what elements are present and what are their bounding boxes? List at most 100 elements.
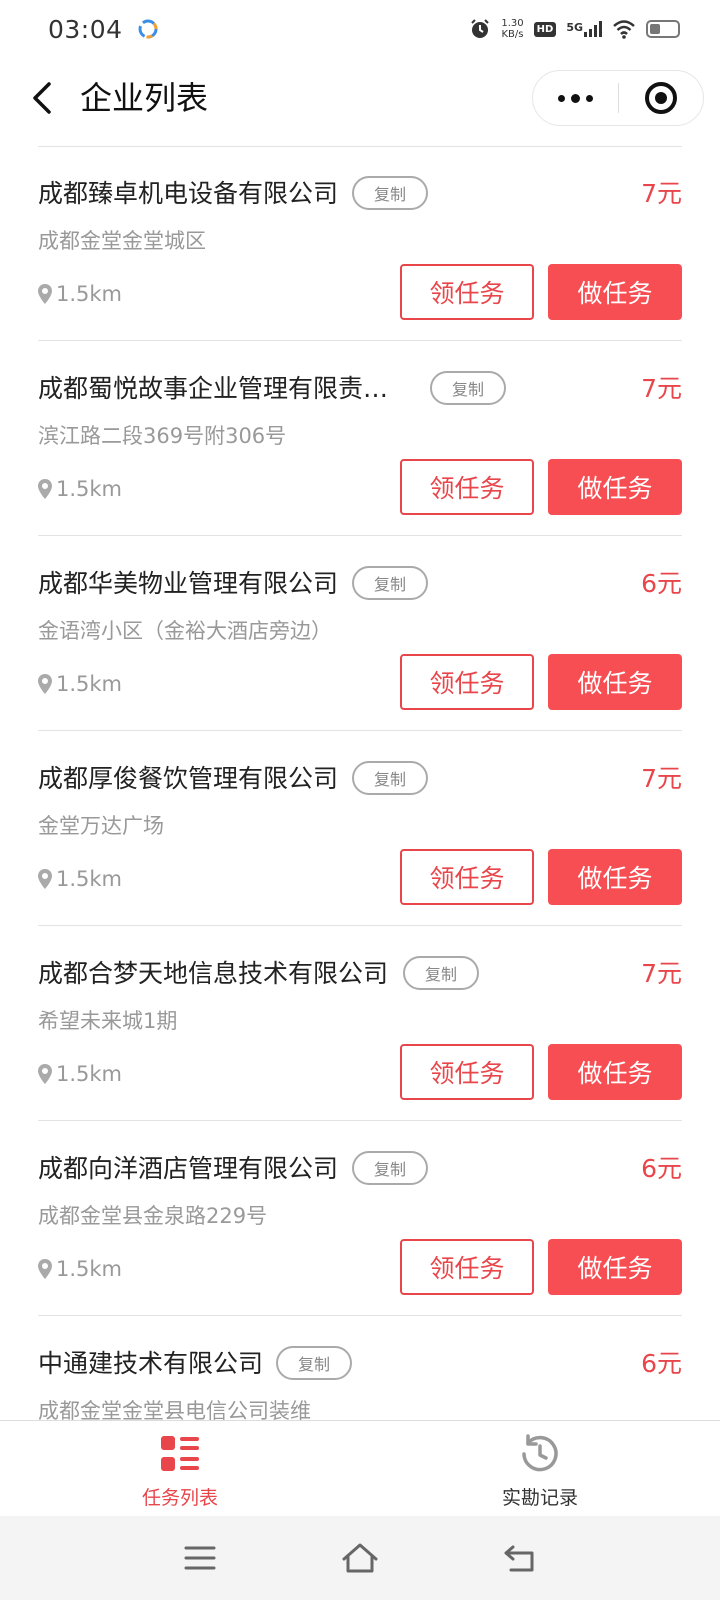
distance-value: 1.5km: [56, 867, 123, 891]
task-card: 成都华美物业管理有限公司 复制 6元 金语湾小区（金裕大酒店旁边） 1.5km …: [0, 536, 720, 731]
copy-button[interactable]: 复制: [352, 1151, 429, 1185]
battery-level: [650, 24, 661, 34]
copy-button[interactable]: 复制: [352, 761, 429, 795]
status-indicators: 1.30 KB/s HD 5G: [469, 18, 680, 40]
chevron-left-icon: [33, 82, 51, 114]
task-card: 成都向洋酒店管理有限公司 复制 6元 成都金堂县金泉路229号 1.5km 领任…: [0, 1121, 720, 1316]
company-name: 成都合梦天地信息技术有限公司: [38, 959, 389, 988]
distance-value: 1.5km: [56, 672, 123, 696]
history-icon: [522, 1434, 558, 1472]
distance-value: 1.5km: [56, 477, 123, 501]
location-pin-icon: [38, 869, 52, 889]
miniprogram-capsule: [532, 70, 704, 126]
status-bar: 03:04 1.30 KB/s HD 5G: [0, 0, 720, 58]
net-speed-unit: KB/s: [501, 29, 524, 40]
company-address: 金语湾小区（金裕大酒店旁边）: [38, 619, 332, 643]
alarm-icon: [471, 19, 490, 38]
tab-bar: 任务列表 实勘记录: [0, 1420, 720, 1516]
net-speed-value: 1.30: [501, 18, 524, 29]
dot-icon: [571, 93, 580, 103]
task-price: 7元: [641, 179, 682, 208]
hd-badge: HD: [533, 21, 557, 37]
back-system-button[interactable]: [490, 1528, 550, 1588]
company-address: 滨江路二段369号附306号: [38, 424, 287, 448]
system-nav-bar: [0, 1516, 720, 1600]
task-card: 成都蜀悦故事企业管理有限责… 复制 7元 滨江路二段369号附306号 1.5k…: [0, 341, 720, 536]
tab-survey-records[interactable]: 实勘记录: [360, 1421, 720, 1517]
company-address: 金堂万达广场: [38, 814, 164, 838]
menu-button[interactable]: [170, 1528, 230, 1588]
back-arrow-icon: [504, 1545, 534, 1572]
task-list[interactable]: 成都臻卓机电设备有限公司 复制 7元 成都金堂金堂城区 1.5km 领任务 做任…: [0, 146, 720, 1420]
claim-task-button[interactable]: 领任务: [400, 1044, 534, 1100]
do-task-button[interactable]: 做任务: [548, 459, 682, 515]
network-type: 5G: [566, 21, 583, 34]
claim-task-button[interactable]: 领任务: [400, 264, 534, 320]
distance-value: 1.5km: [56, 282, 123, 306]
company-address: 成都金堂金堂城区: [38, 229, 206, 253]
app-notification-icon: [138, 19, 158, 39]
location-pin-icon: [38, 1064, 52, 1084]
task-price: 6元: [641, 1349, 682, 1378]
do-task-button[interactable]: 做任务: [548, 264, 682, 320]
location-pin-icon: [38, 674, 52, 694]
distance: 1.5km: [38, 477, 122, 501]
task-price: 7元: [641, 764, 682, 793]
menu-icon: [184, 1546, 216, 1570]
location-pin-icon: [38, 1259, 52, 1279]
home-button[interactable]: [330, 1528, 390, 1588]
battery-icon: [646, 20, 680, 38]
copy-button[interactable]: 复制: [352, 176, 429, 210]
copy-button[interactable]: 复制: [352, 566, 429, 600]
distance: 1.5km: [38, 1257, 122, 1281]
nav-bar: 企业列表: [0, 58, 720, 144]
dot-icon: [558, 94, 565, 102]
claim-task-button[interactable]: 领任务: [400, 459, 534, 515]
do-task-button[interactable]: 做任务: [548, 654, 682, 710]
company-name: 成都臻卓机电设备有限公司: [38, 179, 339, 208]
distance: 1.5km: [38, 867, 122, 891]
task-card: 中通建技术有限公司 复制 6元 成都金堂金堂县电信公司装维: [0, 1316, 720, 1420]
task-card: 成都臻卓机电设备有限公司 复制 7元 成都金堂金堂城区 1.5km 领任务 做任…: [0, 146, 720, 341]
more-button[interactable]: [533, 70, 618, 126]
close-miniprogram-button[interactable]: [619, 70, 703, 126]
task-price: 6元: [641, 569, 682, 598]
wifi-icon: [613, 20, 635, 39]
location-pin-icon: [38, 479, 52, 499]
copy-button[interactable]: 复制: [430, 371, 507, 405]
do-task-button[interactable]: 做任务: [548, 1239, 682, 1295]
tab-label: 实勘记录: [501, 1487, 578, 1509]
distance-value: 1.5km: [56, 1257, 123, 1281]
copy-button[interactable]: 复制: [403, 956, 480, 990]
company-name: 成都蜀悦故事企业管理有限责…: [38, 374, 389, 403]
home-icon: [342, 1543, 378, 1573]
location-pin-icon: [38, 284, 52, 304]
task-price: 7元: [641, 374, 682, 403]
tab-task-list[interactable]: 任务列表: [0, 1421, 360, 1517]
company-address: 希望未来城1期: [38, 1009, 178, 1033]
company-name: 成都厚俊餐饮管理有限公司: [38, 764, 339, 793]
copy-button[interactable]: 复制: [276, 1346, 353, 1380]
task-price: 7元: [641, 959, 682, 988]
target-icon: [644, 82, 677, 114]
do-task-button[interactable]: 做任务: [548, 1044, 682, 1100]
task-card: 成都合梦天地信息技术有限公司 复制 7元 希望未来城1期 1.5km 领任务 做…: [0, 926, 720, 1121]
page-title: 企业列表: [80, 79, 209, 117]
distance: 1.5km: [38, 672, 122, 696]
list-icon: [161, 1436, 199, 1471]
claim-task-button[interactable]: 领任务: [400, 654, 534, 710]
net-speed: 1.30 KB/s: [501, 18, 523, 40]
back-button[interactable]: [22, 78, 62, 118]
task-price: 6元: [641, 1154, 682, 1183]
do-task-button[interactable]: 做任务: [548, 849, 682, 905]
signal-icon: 5G: [566, 21, 602, 37]
claim-task-button[interactable]: 领任务: [400, 849, 534, 905]
status-time: 03:04: [48, 14, 123, 44]
tab-label: 任务列表: [141, 1487, 218, 1509]
dot-icon: [586, 94, 593, 102]
company-name: 中通建技术有限公司: [38, 1349, 264, 1378]
distance: 1.5km: [38, 1062, 122, 1086]
company-name: 成都华美物业管理有限公司: [38, 569, 339, 598]
task-card: 成都厚俊餐饮管理有限公司 复制 7元 金堂万达广场 1.5km 领任务 做任务: [0, 731, 720, 926]
claim-task-button[interactable]: 领任务: [400, 1239, 534, 1295]
